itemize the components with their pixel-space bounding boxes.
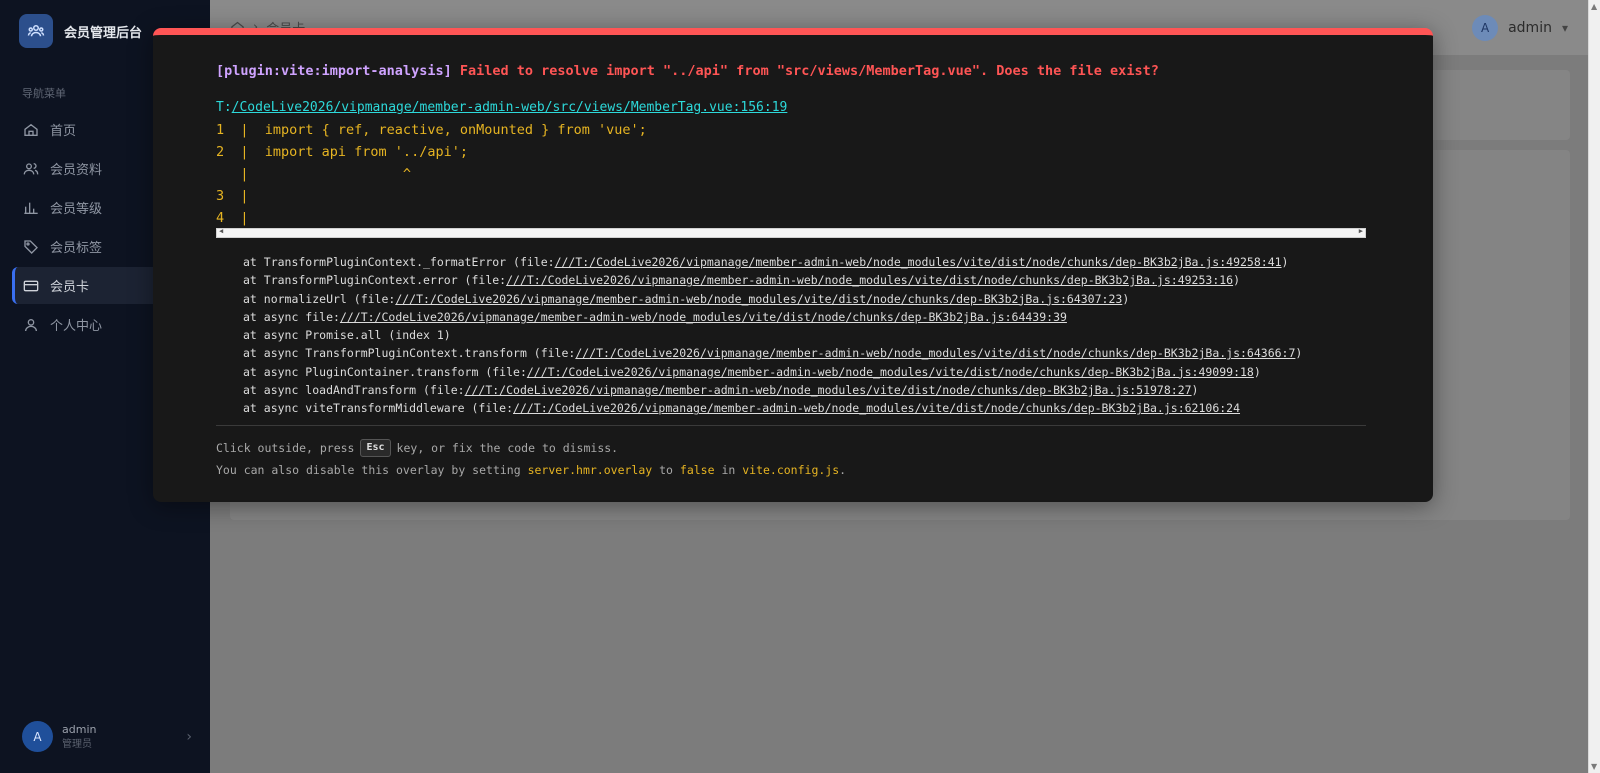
stack-line: at async file:///T:/CodeLive2026/vipmana… [243, 309, 1067, 324]
stack-link[interactable]: ///T:/CodeLive2026/vipmanage/member-admi… [340, 310, 1067, 324]
avatar: A [1472, 15, 1499, 41]
code-frame-line: 3 | [216, 188, 249, 204]
home-icon [24, 123, 38, 136]
code-frame-line: 4 | [216, 210, 249, 226]
stack-link[interactable]: ///T:/CodeLive2026/vipmanage/member-admi… [513, 401, 1240, 415]
stack-line: at async loadAndTransform (file:///T:/Co… [243, 383, 1199, 398]
bar-chart-icon [24, 202, 38, 214]
code-frame: 1 | import { ref, reactive, onMounted } … [216, 119, 1366, 229]
scroll-down-icon[interactable]: ▼ [1591, 762, 1597, 771]
stack-link[interactable]: ///T:/CodeLive2026/vipmanage/member-admi… [555, 255, 1282, 269]
stack-line: at async Promise.all (index 1) [243, 328, 451, 343]
chevron-down-icon: ▾ [1561, 21, 1568, 35]
tip-line-disable: You can also disable this overlay by set… [216, 463, 847, 477]
brand[interactable]: 会员管理后台 [19, 14, 142, 48]
app-title: 会员管理后台 [64, 25, 143, 41]
user-icon [25, 318, 37, 331]
stack-link[interactable]: ///T:/CodeLive2026/vipmanage/member-admi… [465, 383, 1192, 397]
sidebar-item-label: 个人中心 [50, 319, 103, 334]
error-message: [plugin:vite:import-analysis] Failed to … [216, 63, 1159, 79]
code-frame-line: 1 | import { ref, reactive, onMounted } … [216, 122, 647, 138]
stack-link[interactable]: ///T:/CodeLive2026/vipmanage/member-admi… [395, 292, 1122, 306]
sidebar-item-label: 会员资料 [50, 163, 103, 178]
stack-trace: at TransformPluginContext._formatError (… [243, 253, 1302, 418]
scroll-right-icon[interactable]: ▶ [1359, 227, 1363, 235]
user-name: admin [1508, 20, 1552, 36]
esc-key: Esc [360, 439, 391, 457]
scroll-up-icon[interactable]: ▲ [1591, 2, 1597, 11]
stack-line: at normalizeUrl (file:///T:/CodeLive2026… [243, 291, 1130, 306]
scroll-left-icon[interactable]: ◀ [219, 227, 223, 235]
error-text: Failed to resolve import "../api" from "… [459, 63, 1159, 79]
stack-line: at async TransformPluginContext.transfor… [243, 346, 1303, 361]
sidebar-user-name: admin [62, 722, 97, 736]
error-file: T:/CodeLive2026/vipmanage/member-admin-w… [216, 100, 787, 115]
tag-icon [24, 239, 38, 254]
stack-link[interactable]: ///T:/CodeLive2026/vipmanage/member-admi… [506, 273, 1233, 287]
stack-line: at async PluginContainer.transform (file… [243, 364, 1261, 379]
stack-line: at TransformPluginContext._formatError (… [243, 255, 1289, 269]
stack-line: at async viteTransformMiddleware (file:/… [243, 401, 1241, 416]
horizontal-scrollbar[interactable]: ◀ ▶ [216, 227, 1366, 238]
error-file-link[interactable]: /CodeLive2026/vipmanage/member-admin-web… [232, 100, 788, 115]
tip-line-dismiss: Click outside, press Esc key, or fix the c… [216, 439, 619, 457]
sidebar-item-label: 首页 [50, 124, 77, 139]
avatar: A [22, 721, 53, 752]
stack-link[interactable]: ///T:/CodeLive2026/vipmanage/member-admi… [575, 346, 1295, 360]
card-icon [23, 280, 39, 291]
user-menu[interactable]: A admin ▾ [1472, 15, 1568, 41]
code-frame-line: | ^ [216, 166, 412, 182]
sidebar-item-label: 会员等级 [50, 202, 103, 217]
nav-section-title: 导航菜单 [22, 87, 66, 100]
brand-logo-icon [19, 14, 53, 48]
chevron-right-icon: › [186, 728, 192, 745]
sidebar-user[interactable]: A admin 管理员 › [22, 721, 192, 752]
sidebar-user-role: 管理员 [62, 738, 92, 750]
stack-line: at TransformPluginContext.error (file://… [243, 273, 1241, 288]
vertical-scrollbar[interactable]: ▲ ▼ [1588, 0, 1600, 773]
overlay-tip: Click outside, press Esc key, or fix the c… [216, 437, 846, 481]
error-plugin: [plugin:vite:import-analysis] [216, 63, 452, 79]
error-file-prefix: T: [216, 100, 232, 115]
sidebar-item-label: 会员标签 [50, 241, 103, 256]
stack-link[interactable]: ///T:/CodeLive2026/vipmanage/member-admi… [527, 365, 1254, 379]
sidebar-item-label: 会员卡 [50, 280, 90, 295]
users-icon [23, 162, 39, 174]
overlay-divider [216, 425, 1366, 426]
code-frame-line: 2 | import api from '../api'; [216, 144, 468, 160]
vite-error-overlay[interactable]: [plugin:vite:import-analysis] Failed to … [153, 28, 1433, 502]
